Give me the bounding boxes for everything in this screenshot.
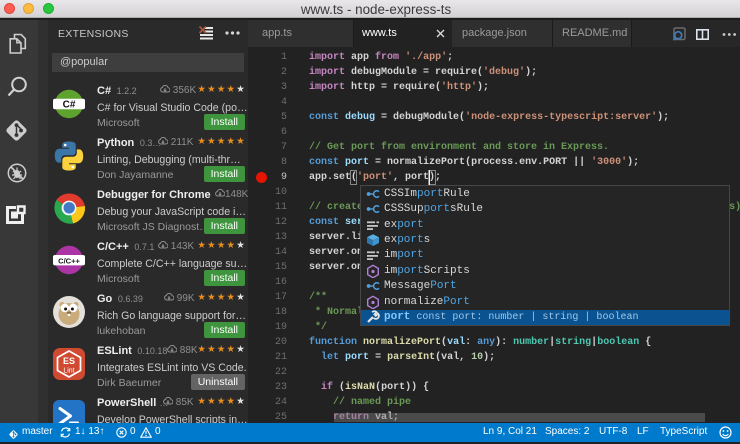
svg-text:Lint: Lint xyxy=(63,368,74,375)
svg-text:ES: ES xyxy=(63,356,75,366)
svg-text:C/C++: C/C++ xyxy=(58,256,80,265)
svg-text:C#: C# xyxy=(63,100,76,111)
